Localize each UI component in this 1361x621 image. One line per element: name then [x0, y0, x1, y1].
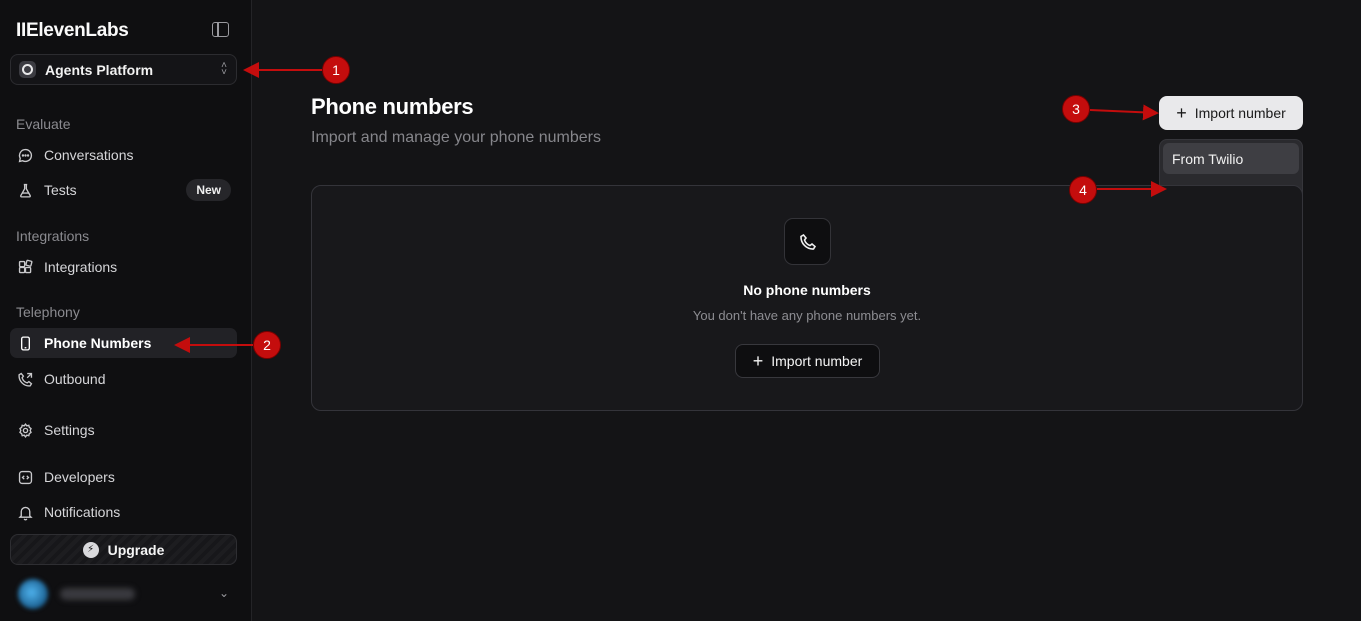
sidebar-item-conversations[interactable]: Conversations — [10, 140, 237, 170]
user-name-blurred — [60, 588, 135, 600]
sidebar-item-label: Notifications — [44, 504, 121, 520]
bell-icon — [16, 503, 34, 521]
sidebar-item-settings[interactable]: Settings — [10, 415, 237, 445]
workspace-label: Agents Platform — [45, 61, 154, 78]
import-number-label: Import number — [771, 353, 863, 369]
code-icon — [16, 468, 34, 486]
annotation-marker-2: 2 — [253, 331, 281, 359]
sidebar-item-label: Developers — [44, 469, 115, 485]
plus-icon: + — [1176, 103, 1187, 123]
menu-item-from-twilio[interactable]: From Twilio — [1163, 143, 1299, 174]
upgrade-label: Upgrade — [107, 541, 165, 558]
sidebar-item-integrations[interactable]: Integrations — [10, 252, 237, 282]
sidebar-item-label: Phone Numbers — [44, 335, 152, 351]
chevron-down-icon: ⌄ — [218, 586, 229, 600]
sidebar-item-developers[interactable]: Developers — [10, 462, 237, 492]
chevron-up-down-icon: ˄ ˅ — [221, 60, 227, 78]
sidebar-item-outbound[interactable]: Outbound — [10, 364, 237, 394]
annotation-marker-3: 3 — [1062, 95, 1090, 123]
empty-state-title: No phone numbers — [743, 282, 871, 298]
empty-import-number-button[interactable]: + Import number — [735, 344, 880, 378]
sidebar-item-tests[interactable]: Tests New — [10, 175, 237, 205]
sidebar-item-notifications[interactable]: Notifications — [10, 497, 237, 527]
annotation-arrow-3 — [1089, 104, 1159, 121]
sidebar: IIElevenLabs Agents Platform ˄ ˅ Evaluate… — [0, 0, 252, 621]
empty-state-card: No phone numbers You don't have any phon… — [311, 185, 1303, 411]
sidebar-item-label: Conversations — [44, 147, 134, 163]
chat-bubble-icon — [16, 146, 34, 164]
new-badge: New — [186, 179, 231, 201]
phone-outgoing-icon — [16, 370, 34, 388]
user-menu[interactable]: ⌄ — [10, 576, 237, 612]
elevenlabs-logo[interactable]: IIElevenLabs — [16, 20, 129, 42]
mobile-phone-icon — [16, 334, 34, 352]
page-subtitle: Import and manage your phone numbers — [311, 129, 601, 146]
import-number-button[interactable]: + Import number — [1159, 96, 1303, 130]
sidebar-item-label: Settings — [44, 422, 95, 438]
upgrade-button[interactable]: ⚡ Upgrade — [10, 534, 237, 565]
workspace-switcher[interactable]: Agents Platform ˄ ˅ — [10, 54, 237, 85]
phone-icon — [784, 218, 831, 265]
blocks-icon — [16, 258, 34, 276]
annotation-marker-4: 4 — [1069, 176, 1097, 204]
sidebar-item-label: Outbound — [44, 371, 106, 387]
section-label-evaluate: Evaluate — [16, 116, 71, 132]
section-label-telephony: Telephony — [16, 304, 80, 320]
avatar — [18, 579, 48, 609]
flask-icon — [16, 181, 34, 199]
sidebar-item-phone-numbers[interactable]: Phone Numbers — [10, 328, 237, 358]
page-title: Phone numbers — [311, 94, 474, 119]
agents-platform-icon — [19, 61, 36, 78]
sidebar-item-label: Integrations — [44, 259, 118, 275]
gear-icon — [16, 421, 34, 439]
section-label-integrations: Integrations — [16, 228, 90, 244]
import-number-label: Import number — [1194, 105, 1286, 121]
lightning-icon: ⚡ — [82, 541, 99, 558]
empty-state-text: You don't have any phone numbers yet. — [692, 308, 922, 323]
plus-icon: + — [752, 351, 764, 371]
sidebar-toggle-icon[interactable] — [212, 22, 229, 37]
sidebar-item-label: Tests — [44, 182, 77, 198]
annotation-marker-1: 1 — [322, 56, 350, 84]
